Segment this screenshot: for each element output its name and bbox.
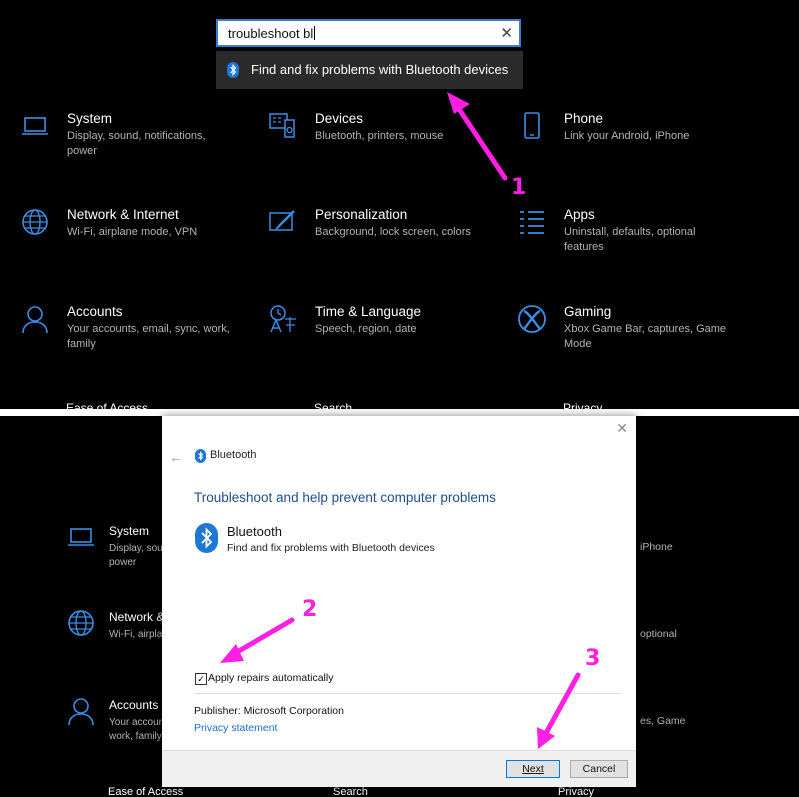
tile-desc: Bluetooth, printers, mouse [315,130,444,142]
dialog-footer: Next Cancel [162,750,636,787]
tile-phone-desc-clipped: iPhone [640,541,673,553]
tile-desc: Uninstall, defaults, optional features [564,226,696,253]
settings-home-top: System Display, sound, notifications, po… [0,0,799,410]
phone-icon [517,111,547,141]
panel-divider [0,409,799,416]
tile-desc: Display, sound, notifications, power [67,130,206,157]
tile-desc: Wi-Fi, airplane mode, VPN [67,226,198,238]
tile-title: Gaming [564,304,612,319]
tile-title: Accounts [67,304,123,319]
laptop-icon [66,522,96,552]
tile-title: Phone [564,111,604,126]
xbox-icon [517,304,547,334]
privacy-statement-link[interactable]: Privacy statement [194,722,277,734]
divider [194,693,620,694]
tile-title: Devices [315,111,364,126]
tile-ease-of-access-clipped[interactable]: Ease of Access [108,786,183,797]
tile-gaming-desc-clipped: es, Game [640,715,686,727]
dialog-header-title: Bluetooth [210,449,257,461]
tile-desc: Speech, region, date [315,323,417,335]
troubleshooter-dialog: ✕ ← Bluetooth Troubleshoot and help prev… [162,416,636,787]
clear-search-icon[interactable]: ✕ [500,24,513,42]
tile-desc: Xbox Game Bar, captures, Game Mode [564,323,727,350]
tile-desc: Your accounts, email, sync, work, family [67,323,230,350]
tile-title: Accounts [109,698,159,712]
tile-title: Time & Language [315,304,422,319]
publisher-text: Publisher: Microsoft Corporation [194,705,344,717]
search-input[interactable]: troubleshoot bl ✕ [216,19,521,47]
devices-icon [268,111,298,141]
apps-list-icon [517,207,547,237]
bluetooth-icon [195,523,218,553]
bluetooth-icon [195,449,206,463]
search-input-value: troubleshoot bl [228,26,316,41]
next-button-label: Next [522,763,544,775]
tile-title: Apps [564,207,595,222]
close-icon[interactable]: ✕ [616,420,628,437]
time-language-icon [268,304,298,334]
apply-repairs-checkbox[interactable]: ✓ [195,673,207,685]
troubleshooter-item-title: Bluetooth [227,524,282,539]
tile-desc: Background, lock screen, colors [315,226,471,238]
tile-title: Network & [109,610,165,624]
annotation-number-2: 2 [302,597,318,622]
tile-search-clipped[interactable]: Search [333,786,368,797]
next-button[interactable]: Next [506,760,560,778]
annotation-number-3: 3 [585,646,601,671]
person-icon [20,304,50,334]
tile-desc: Link your Android, iPhone [564,130,690,142]
paintbrush-icon [268,207,298,237]
back-arrow-icon[interactable]: ← [169,449,183,465]
bluetooth-icon [227,62,239,78]
annotation-number-1: 1 [511,175,527,200]
dialog-heading: Troubleshoot and help prevent computer p… [194,490,496,505]
tile-title: Network & Internet [67,207,179,222]
laptop-icon [20,111,50,141]
globe-icon [66,608,96,638]
tile-title: Personalization [315,207,408,222]
search-result-item[interactable]: Find and fix problems with Bluetooth dev… [216,51,523,89]
globe-icon [20,207,50,237]
cancel-button[interactable]: Cancel [570,760,628,778]
person-icon [66,696,96,726]
apply-repairs-label[interactable]: Apply repairs automatically [208,672,333,684]
search-result-label: Find and fix problems with Bluetooth dev… [251,62,509,77]
tile-title: System [109,524,150,538]
tile-title: System [67,111,113,126]
tile-apps-desc-clipped: optional [640,628,677,640]
tile-privacy-clipped[interactable]: Privacy [558,786,594,797]
troubleshooter-item-subtitle: Find and fix problems with Bluetooth dev… [227,542,435,554]
